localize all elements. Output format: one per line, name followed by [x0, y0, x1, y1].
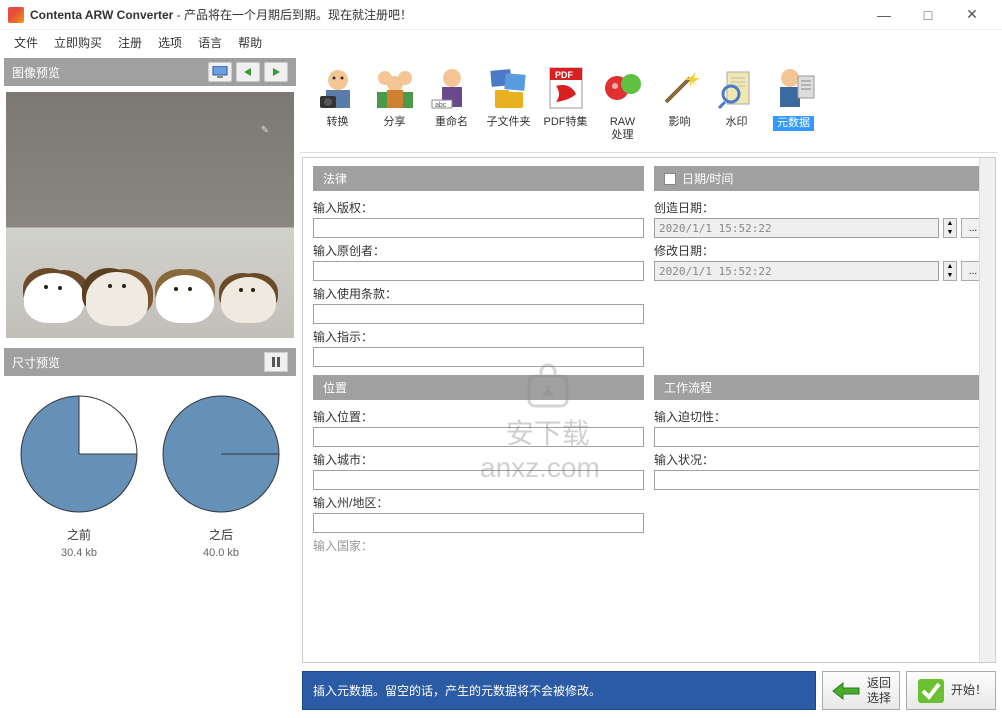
- right-panel: 转换 分享 abc 重命名 子文件夹 PDF PDF特集 RAW 处理: [300, 54, 1002, 718]
- created-date-input[interactable]: [654, 218, 939, 238]
- creator-label: 输入原创者：: [313, 242, 644, 259]
- state-label: 输入州/地区：: [313, 494, 644, 511]
- created-date-spinner[interactable]: ▲▼: [943, 218, 957, 238]
- menubar: 文件 立即购买 注册 选项 语言 帮助: [0, 30, 1002, 54]
- app-icon: [8, 7, 24, 23]
- pie-before-label: 之前: [67, 526, 91, 543]
- pie-before: [19, 394, 139, 514]
- modified-date-input[interactable]: [654, 261, 939, 281]
- copyright-input[interactable]: [313, 218, 644, 238]
- legal-header: 法律: [313, 166, 644, 191]
- legal-section: 法律 输入版权： 输入原创者： 输入使用条款： 输入指示：: [313, 166, 644, 371]
- urgency-label: 输入迫切性：: [654, 408, 985, 425]
- city-input[interactable]: [313, 470, 644, 490]
- datetime-header: 日期/时间: [654, 166, 985, 191]
- folder-photos-icon: [485, 64, 533, 112]
- creator-input[interactable]: [313, 261, 644, 281]
- terms-input[interactable]: [313, 304, 644, 324]
- raw-balls-icon: [599, 64, 647, 112]
- datetime-checkbox[interactable]: [664, 173, 676, 185]
- workflow-section: 工作流程 输入迫切性： 输入状况：: [654, 375, 985, 558]
- magnifier-doc-icon: [713, 64, 761, 112]
- pdf-icon: PDF: [542, 64, 590, 112]
- tool-pdf[interactable]: PDF PDF特集: [538, 62, 593, 144]
- svg-text:abc: abc: [435, 102, 447, 109]
- pie-before-size: 30.4 kb: [61, 547, 97, 559]
- location-input[interactable]: [313, 427, 644, 447]
- size-preview-area: 之前 30.4 kb 之后 40.0 kb: [4, 376, 296, 563]
- tool-raw[interactable]: RAW 处理: [595, 62, 650, 144]
- main-area: 图像预览 尺寸预览: [0, 54, 1002, 718]
- terms-label: 输入使用条款：: [313, 285, 644, 302]
- back-button[interactable]: 返回 选择: [822, 671, 900, 710]
- status-message: 插入元数据。留空的话，产生的元数据将不会被修改。: [302, 671, 816, 710]
- size-preview-header: 尺寸预览: [4, 348, 296, 376]
- menu-help[interactable]: 帮助: [230, 31, 270, 54]
- workflow-header: 工作流程: [654, 375, 985, 400]
- titlebar: Contenta ARW Converter - 产品将在一个月期后到期。现在就…: [0, 0, 1002, 30]
- image-preview-header: 图像预览: [4, 58, 296, 86]
- location-section: 位置 输入位置： 输入城市： 输入州/地区： 输入国家：: [313, 375, 644, 558]
- size-pause-button[interactable]: [264, 352, 288, 372]
- instructions-input[interactable]: [313, 347, 644, 367]
- arrow-left-icon: [831, 677, 863, 705]
- metadata-person-icon: [770, 64, 818, 112]
- start-button[interactable]: 开始！: [906, 671, 996, 710]
- location-label: 输入位置：: [313, 408, 644, 425]
- image-preview-box: [4, 90, 296, 340]
- magic-wand-icon: [656, 64, 704, 112]
- checkmark-icon: [915, 677, 947, 705]
- created-date-label: 创造日期：: [654, 199, 985, 216]
- pie-after-label: 之后: [209, 526, 233, 543]
- titlebar-text: Contenta ARW Converter - 产品将在一个月期后到期。现在就…: [30, 6, 862, 23]
- svg-text:PDF: PDF: [555, 70, 574, 80]
- tool-subfolder[interactable]: 子文件夹: [481, 62, 536, 144]
- city-label: 输入城市：: [313, 451, 644, 468]
- pie-after-size: 40.0 kb: [203, 547, 239, 559]
- preview-next-button[interactable]: [264, 62, 288, 82]
- tool-effects[interactable]: 影响: [652, 62, 707, 144]
- menu-language[interactable]: 语言: [190, 31, 230, 54]
- preview-monitor-icon[interactable]: [208, 62, 232, 82]
- menu-register[interactable]: 注册: [110, 31, 150, 54]
- people-group-icon: [371, 64, 419, 112]
- tool-convert[interactable]: 转换: [310, 62, 365, 144]
- copyright-label: 输入版权：: [313, 199, 644, 216]
- menu-options[interactable]: 选项: [150, 31, 190, 54]
- camera-person-icon: [314, 64, 362, 112]
- minimize-button[interactable]: —: [862, 1, 906, 29]
- state-input[interactable]: [313, 513, 644, 533]
- toolbar: 转换 分享 abc 重命名 子文件夹 PDF PDF特集 RAW 处理: [300, 58, 998, 153]
- urgency-input[interactable]: [654, 427, 985, 447]
- maximize-button[interactable]: □: [906, 1, 950, 29]
- preview-image: [6, 92, 294, 338]
- datetime-section: 日期/时间 创造日期： ▲▼ ... 修改日期： ▲▼: [654, 166, 985, 371]
- instructions-label: 输入指示：: [313, 328, 644, 345]
- menu-file[interactable]: 文件: [6, 31, 46, 54]
- modified-date-label: 修改日期：: [654, 242, 985, 259]
- metadata-form: 法律 输入版权： 输入原创者： 输入使用条款： 输入指示： 日期/时间 创造日期…: [302, 157, 996, 663]
- preview-prev-button[interactable]: [236, 62, 260, 82]
- menu-buy[interactable]: 立即购买: [46, 31, 110, 54]
- left-panel: 图像预览 尺寸预览: [0, 54, 300, 718]
- modified-date-spinner[interactable]: ▲▼: [943, 261, 957, 281]
- country-label: 输入国家：: [313, 537, 644, 554]
- pie-after: [161, 394, 281, 514]
- window-controls: — □ ✕: [862, 1, 994, 29]
- tool-watermark[interactable]: 水印: [709, 62, 764, 144]
- status-label: 输入状况：: [654, 451, 985, 468]
- tool-rename[interactable]: abc 重命名: [424, 62, 479, 144]
- tool-share[interactable]: 分享: [367, 62, 422, 144]
- form-scrollbar[interactable]: [979, 158, 995, 662]
- location-header: 位置: [313, 375, 644, 400]
- close-button[interactable]: ✕: [950, 1, 994, 29]
- bottom-bar: 插入元数据。留空的话，产生的元数据将不会被修改。 返回 选择 开始！: [300, 667, 998, 714]
- tool-metadata[interactable]: 元数据: [766, 62, 821, 144]
- status-input[interactable]: [654, 470, 985, 490]
- rename-person-icon: abc: [428, 64, 476, 112]
